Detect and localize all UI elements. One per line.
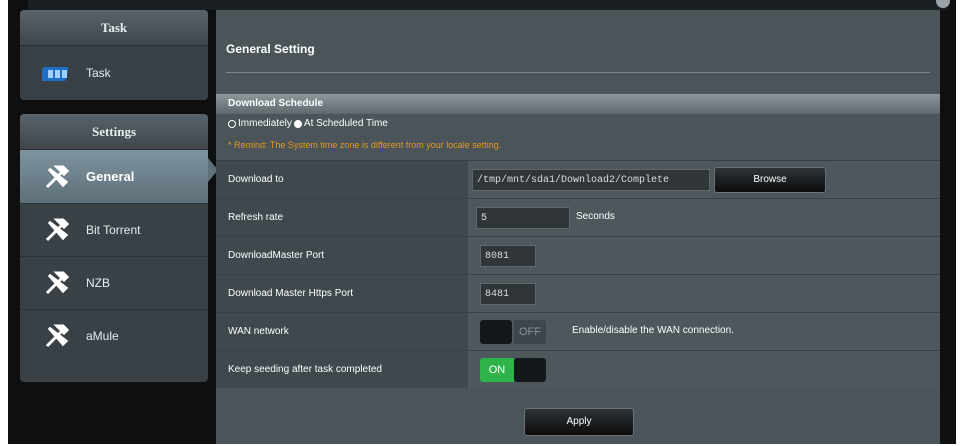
dm-port-input[interactable]: 8081	[480, 245, 536, 267]
sidebar-item-task[interactable]: Task	[20, 46, 208, 99]
page-title: General Setting	[226, 42, 315, 56]
wan-description: Enable/disable the WAN connection.	[572, 325, 734, 336]
sidebar-item-general[interactable]: General	[20, 150, 208, 203]
schedule-options: Immediately At Scheduled Time	[228, 118, 388, 129]
sidebar-item-nzb[interactable]: NZB	[20, 256, 208, 309]
section-header: Download Schedule	[216, 94, 940, 114]
refresh-unit: Seconds	[576, 211, 615, 222]
sidebar-item-amule[interactable]: aMule	[20, 309, 208, 362]
row-label: Keep seeding after task completed	[216, 351, 468, 388]
row-value: 8081	[468, 237, 940, 274]
task-panel: Task Task	[20, 10, 208, 100]
footer: Apply	[216, 402, 940, 444]
toggle-knob	[514, 358, 546, 382]
table-row: Refresh rate 5 Seconds	[216, 198, 940, 236]
table-row: Download Master Https Port 8481	[216, 274, 940, 312]
row-value: OFF Enable/disable the WAN connection.	[468, 313, 940, 350]
tools-icon	[42, 215, 74, 245]
main-panel: General Setting Download Schedule Immedi…	[216, 10, 940, 444]
row-value: 5 Seconds	[468, 199, 940, 236]
row-label: Refresh rate	[216, 199, 468, 236]
row-label: WAN network	[216, 313, 468, 350]
row-label: Download to	[216, 161, 468, 198]
toggle-knob	[480, 320, 512, 344]
settings-panel: Settings General Bit Torrent NZB aMule	[20, 114, 208, 382]
tools-icon	[42, 162, 74, 192]
sidebar: Task Task Settings General Bit Torrent N…	[20, 10, 218, 444]
browse-button[interactable]: Browse	[714, 167, 826, 193]
apply-button[interactable]: Apply	[524, 408, 634, 436]
divider	[226, 72, 930, 73]
radio-label-scheduled: At Scheduled Time	[303, 118, 388, 129]
refresh-rate-input[interactable]: 5	[476, 207, 570, 229]
tools-icon	[42, 321, 74, 351]
table-row: WAN network OFF Enable/disable the WAN c…	[216, 312, 940, 350]
toggle-state: OFF	[514, 320, 546, 344]
remind-text: * Remind: The System time zone is differ…	[228, 140, 502, 150]
table-row: DownloadMaster Port 8081	[216, 236, 940, 274]
sidebar-item-bittorrent[interactable]: Bit Torrent	[20, 203, 208, 256]
row-value: 8481	[468, 275, 940, 312]
task-header: Task	[20, 10, 208, 46]
sidebar-item-label: General	[86, 169, 135, 184]
download-path-field[interactable]: /tmp/mnt/sda1/Download2/Complete	[472, 169, 710, 191]
radio-scheduled[interactable]	[293, 119, 302, 128]
radio-label-immediately: Immediately	[238, 118, 292, 129]
sidebar-item-label: NZB	[86, 276, 110, 290]
wan-toggle[interactable]: OFF	[480, 320, 546, 344]
settings-header: Settings	[20, 114, 208, 150]
sidebar-item-label: Task	[86, 65, 111, 80]
table-row: Keep seeding after task completed ON	[216, 350, 940, 388]
sidebar-item-label: aMule	[86, 329, 119, 343]
tools-icon	[42, 268, 74, 298]
row-value: /tmp/mnt/sda1/Download2/Complete Browse	[468, 161, 940, 198]
top-bar	[28, 0, 948, 10]
toggle-state: ON	[480, 358, 514, 382]
radio-immediately[interactable]	[228, 119, 236, 128]
row-label: Download Master Https Port	[216, 275, 468, 312]
seeding-toggle[interactable]: ON	[480, 358, 546, 382]
sidebar-item-label: Bit Torrent	[86, 223, 141, 237]
table-row: Download to /tmp/mnt/sda1/Download2/Comp…	[216, 160, 940, 198]
row-value: ON	[468, 351, 940, 388]
row-label: DownloadMaster Port	[216, 237, 468, 274]
task-icon	[42, 58, 74, 88]
https-port-input[interactable]: 8481	[480, 283, 536, 305]
